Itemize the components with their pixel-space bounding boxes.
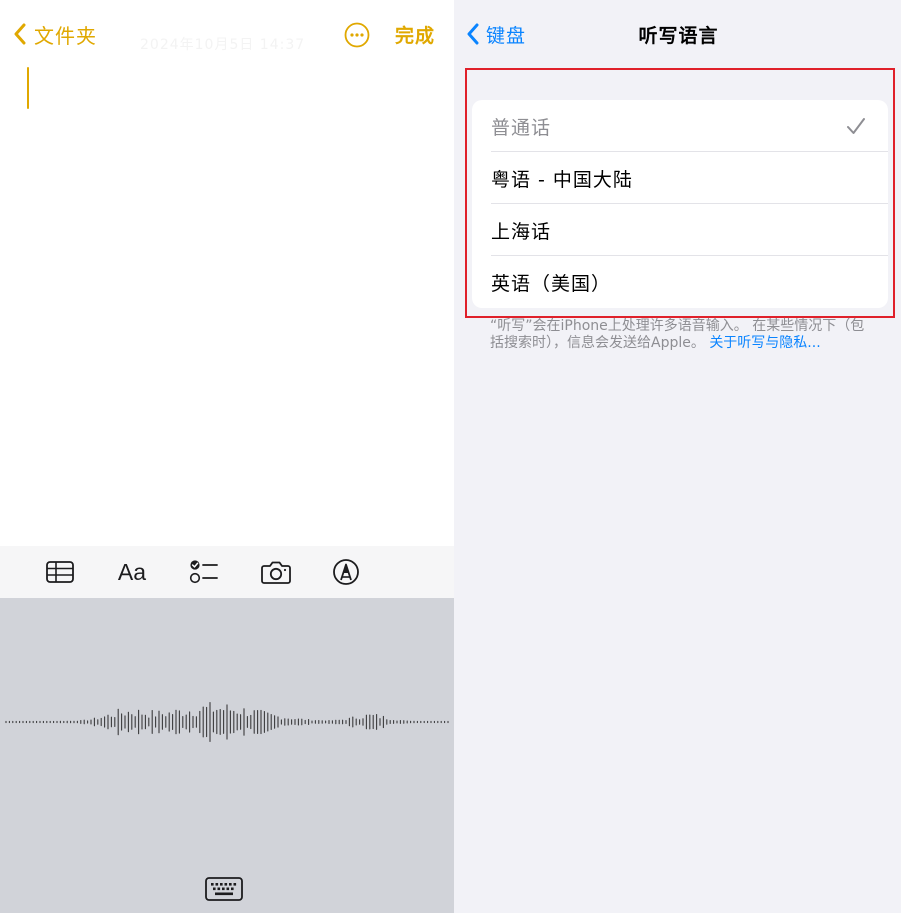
note-date: 2024年10月5日 14:37 <box>140 37 306 53</box>
keyboard-icon[interactable] <box>204 876 244 902</box>
note-text-area[interactable] <box>0 60 454 546</box>
back-to-folders-button[interactable]: 文件夹 <box>8 18 97 50</box>
back-to-keyboard-button[interactable]: 键盘 <box>462 18 526 50</box>
settings-pane: 听写语言 键盘 普通话 粤语 - 中国大陆 上海话 英语（美国） “听写”会在i… <box>454 0 901 913</box>
text-cursor <box>27 67 29 109</box>
done-button[interactable]: 完成 <box>395 21 435 48</box>
back-to-keyboard-label: 键盘 <box>486 24 527 47</box>
notes-pane: 文件夹 2024年10月5日 14:37 完成 Aa <box>0 0 454 913</box>
dictation-panel <box>0 598 454 913</box>
formatting-toolbar: Aa <box>0 546 454 598</box>
text-format-label: Aa <box>117 558 147 585</box>
checklist-icon[interactable] <box>188 557 220 587</box>
notes-navigation-bar: 文件夹 2024年10月5日 14:37 完成 <box>0 0 454 68</box>
chevron-left-icon <box>462 18 484 50</box>
waveform-icon <box>5 701 449 743</box>
table-icon[interactable] <box>44 557 76 587</box>
back-to-folders-label: 文件夹 <box>34 23 97 48</box>
camera-icon[interactable] <box>260 557 292 587</box>
highlight-box <box>465 68 895 318</box>
ellipsis-circle-icon <box>344 22 370 48</box>
more-options-button[interactable] <box>344 22 370 48</box>
chevron-left-icon <box>8 18 32 50</box>
text-format-icon[interactable]: Aa <box>116 557 148 587</box>
privacy-footnote: “听写”会在iPhone上处理许多语音输入。 在某些情况下（包括搜索时），信息会… <box>490 318 870 352</box>
privacy-link[interactable]: 关于听写与隐私... <box>709 335 820 351</box>
settings-navigation-bar: 听写语言 键盘 <box>454 0 901 68</box>
markup-icon[interactable] <box>330 557 362 587</box>
